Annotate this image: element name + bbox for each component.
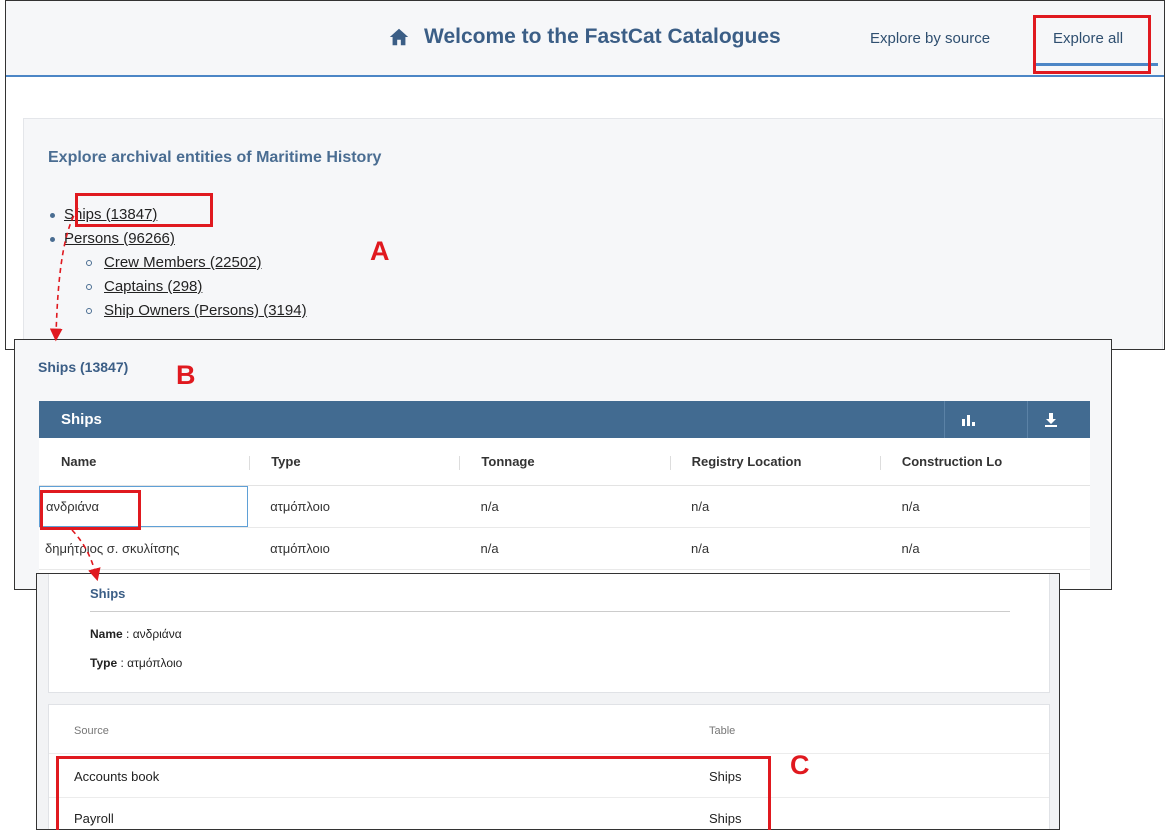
stage: Welcome to the FastCat Catalogues Explor… <box>0 0 1165 830</box>
ship-detail-panel: Ships Name : ανδριάνα Type : ατμόπλοιο S… <box>36 573 1060 830</box>
cell-construction-location[interactable]: n/a <box>880 528 1090 569</box>
column-header-type[interactable]: Type <box>249 438 459 485</box>
circle-bullet-icon <box>86 284 92 290</box>
sources-card: Source Table Accounts book Ships Payroll… <box>48 704 1050 829</box>
link-ship-owners[interactable]: Ship Owners (Persons) (3194) <box>104 302 307 319</box>
divider <box>49 753 1049 754</box>
home-icon[interactable] <box>388 26 410 48</box>
annotation-label-a: A <box>370 236 390 266</box>
column-header-registry-location[interactable]: Registry Location <box>669 438 880 485</box>
detail-name-value: : ανδριάνα <box>126 627 182 641</box>
column-header-construction-location[interactable]: Construction Lo <box>879 438 1090 485</box>
cell-registry-location[interactable]: n/a <box>669 486 879 527</box>
detail-name-label: Name <box>90 627 123 641</box>
table-row[interactable]: δημήτριος σ. σκυλίτσης ατμόπλοιο n/a n/a… <box>39 528 1090 570</box>
detail-type-value: : ατμόπλοιο <box>120 656 183 670</box>
download-button[interactable] <box>1027 401 1073 438</box>
divider <box>90 611 1010 612</box>
tree-item-persons: Persons (96266) <box>50 227 307 251</box>
table-column-header: Table <box>709 725 736 737</box>
tree-item-ships: Ships (13847) <box>50 203 307 227</box>
table-row[interactable]: ανδριάνα ατμόπλοιο n/a n/a n/a <box>39 486 1090 528</box>
ships-grid: Ships Name Type Tonnage Registry Locatio… <box>39 401 1090 589</box>
detail-name-field: Name : ανδριάνα <box>90 627 182 641</box>
tree-item-ship-owners: Ship Owners (Persons) (3194) <box>86 299 307 323</box>
link-crew-members[interactable]: Crew Members (22502) <box>104 254 262 271</box>
ships-section-title: Ships (13847) <box>38 359 129 375</box>
source-table-ships[interactable]: Ships <box>709 811 742 826</box>
link-persons[interactable]: Persons (96266) <box>64 230 175 247</box>
tree-item-crew-members: Crew Members (22502) <box>86 251 307 275</box>
column-header-tonnage[interactable]: Tonnage <box>459 438 669 485</box>
annotation-label-c: C <box>790 750 810 780</box>
circle-bullet-icon <box>86 260 92 266</box>
page-title: Welcome to the FastCat Catalogues <box>424 25 781 48</box>
explore-all-panel: Welcome to the FastCat Catalogues Explor… <box>5 0 1165 350</box>
explore-content: Explore archival entities of Maritime Hi… <box>23 118 1163 349</box>
detail-type-field: Type : ατμόπλοιο <box>90 656 182 670</box>
explore-heading: Explore archival entities of Maritime Hi… <box>48 149 382 166</box>
annotation-label-b: B <box>176 360 196 390</box>
cell-type[interactable]: ατμόπλοιο <box>248 528 458 569</box>
detail-type-label: Type <box>90 656 118 670</box>
chart-button[interactable] <box>944 401 990 438</box>
link-captains[interactable]: Captains (298) <box>104 278 202 295</box>
entity-tree: Ships (13847) Persons (96266) Crew Membe… <box>50 203 307 323</box>
nav-explore-all[interactable]: Explore all <box>1053 30 1123 47</box>
top-navbar: Welcome to the FastCat Catalogues Explor… <box>6 1 1164 77</box>
source-table-ships[interactable]: Ships <box>709 769 742 784</box>
cell-name[interactable]: δημήτριος σ. σκυλίτσης <box>39 528 248 569</box>
cell-type[interactable]: ατμόπλοιο <box>248 486 458 527</box>
cell-tonnage[interactable]: n/a <box>459 528 669 569</box>
source-accounts-book[interactable]: Accounts book <box>74 769 159 784</box>
cell-tonnage[interactable]: n/a <box>459 486 669 527</box>
brand[interactable]: Welcome to the FastCat Catalogues <box>388 25 781 49</box>
active-tab-indicator <box>1033 63 1158 66</box>
cell-name[interactable]: ανδριάνα <box>39 486 249 527</box>
circle-bullet-icon <box>86 308 92 314</box>
divider <box>49 797 1049 798</box>
bar-chart-icon <box>961 414 975 426</box>
column-header-name[interactable]: Name <box>39 438 249 485</box>
column-headers: Name Type Tonnage Registry Location Cons… <box>39 438 1090 486</box>
sources-column-header: Source <box>74 725 109 737</box>
source-payroll[interactable]: Payroll <box>74 811 114 826</box>
cell-construction-location[interactable]: n/a <box>880 486 1090 527</box>
ship-detail-card: Ships Name : ανδριάνα Type : ατμόπλοιο <box>48 574 1050 693</box>
bullet-icon <box>50 237 55 242</box>
detail-title: Ships <box>90 586 126 601</box>
cell-registry-location[interactable]: n/a <box>669 528 879 569</box>
download-icon <box>1044 412 1057 427</box>
bullet-icon <box>50 213 55 218</box>
tree-item-captains: Captains (298) <box>86 275 307 299</box>
grid-header: Ships <box>39 401 1090 438</box>
grid-title: Ships <box>61 411 102 428</box>
nav-explore-by-source[interactable]: Explore by source <box>870 30 990 47</box>
link-ships[interactable]: Ships (13847) <box>64 206 157 223</box>
